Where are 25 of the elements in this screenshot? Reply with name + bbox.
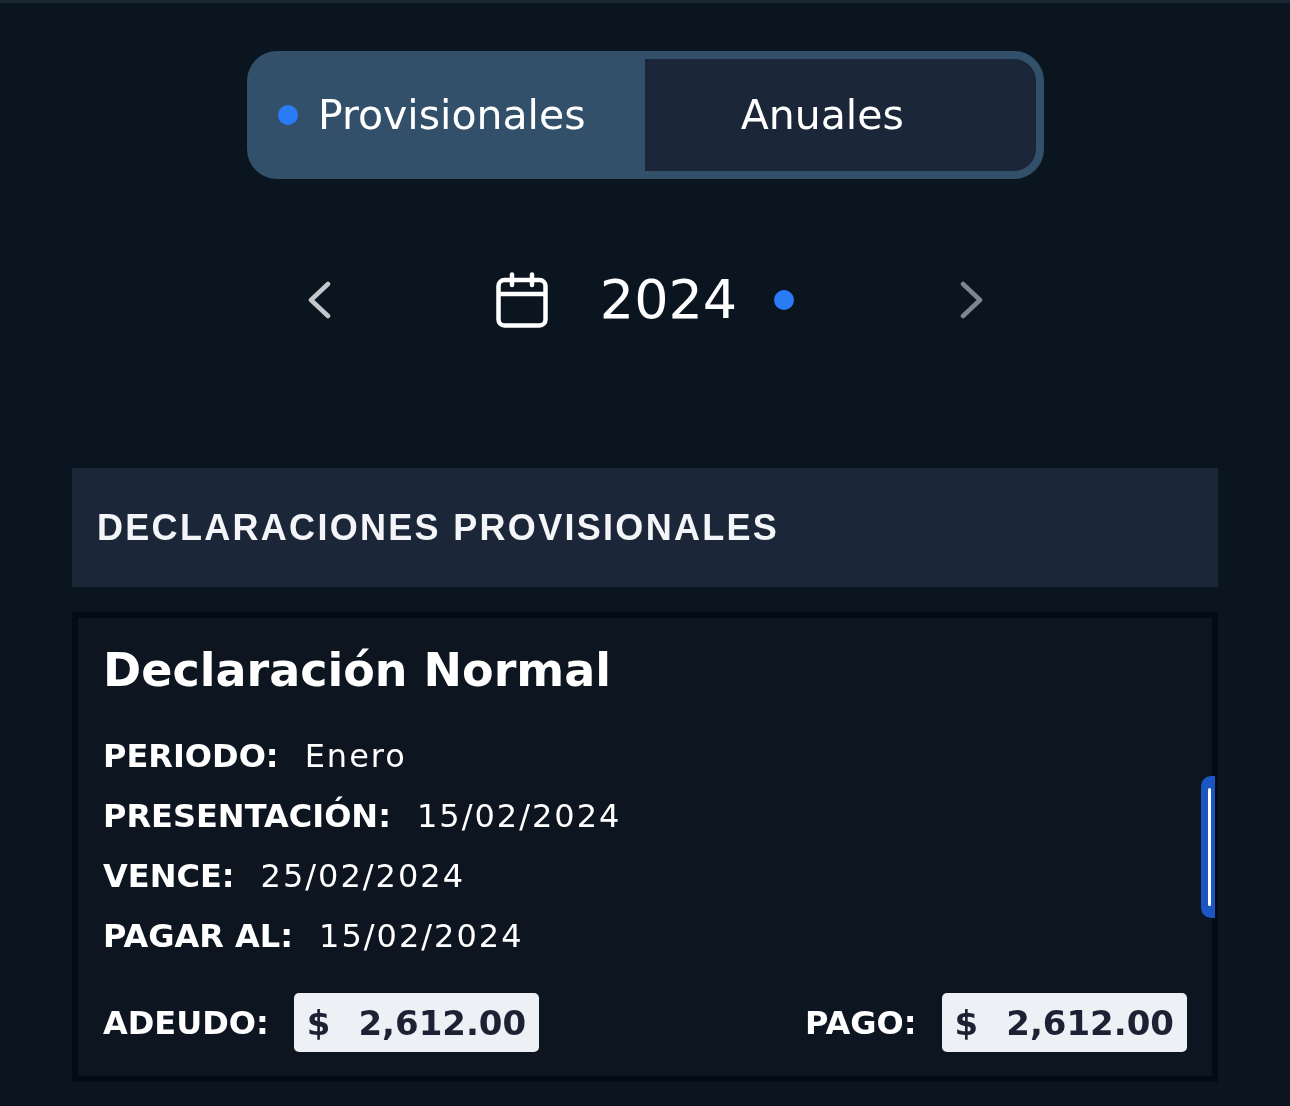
- calendar-icon: [495, 272, 548, 328]
- chevron-left-icon: [306, 281, 331, 319]
- field-value: Enero: [304, 737, 407, 775]
- currency-symbol: $: [306, 1002, 331, 1043]
- tab[interactable]: Anuales: [645, 59, 1036, 171]
- amount-label: PAGO:: [805, 1003, 917, 1042]
- tab[interactable]: Provisionales: [254, 59, 645, 171]
- field-value: 15/02/2024: [319, 917, 524, 955]
- field-value: 15/02/2024: [416, 797, 622, 835]
- chevron-right-icon: [959, 281, 984, 319]
- field-label: PAGAR AL:: [103, 917, 294, 955]
- amount-value: 2,612.00: [1006, 1002, 1174, 1043]
- field-label: VENCE:: [103, 857, 235, 895]
- year-label: 2024: [599, 268, 738, 332]
- selected-dot-icon: [277, 105, 298, 125]
- field-label: PRESENTACIÓN:: [103, 797, 391, 835]
- previous-year-button[interactable]: [306, 281, 331, 319]
- currency-symbol: $: [954, 1002, 979, 1043]
- field-value: 25/02/2024: [260, 857, 465, 895]
- card-title: Declaración Normal: [103, 642, 613, 698]
- section-title: DECLARACIONES PROVISIONALES: [97, 506, 780, 549]
- field-label: PERIODO:: [103, 737, 279, 775]
- scroll-handle[interactable]: [1201, 776, 1215, 918]
- amount-label: ADEUDO:: [103, 1003, 269, 1042]
- amount-value: 2,612.00: [358, 1002, 527, 1043]
